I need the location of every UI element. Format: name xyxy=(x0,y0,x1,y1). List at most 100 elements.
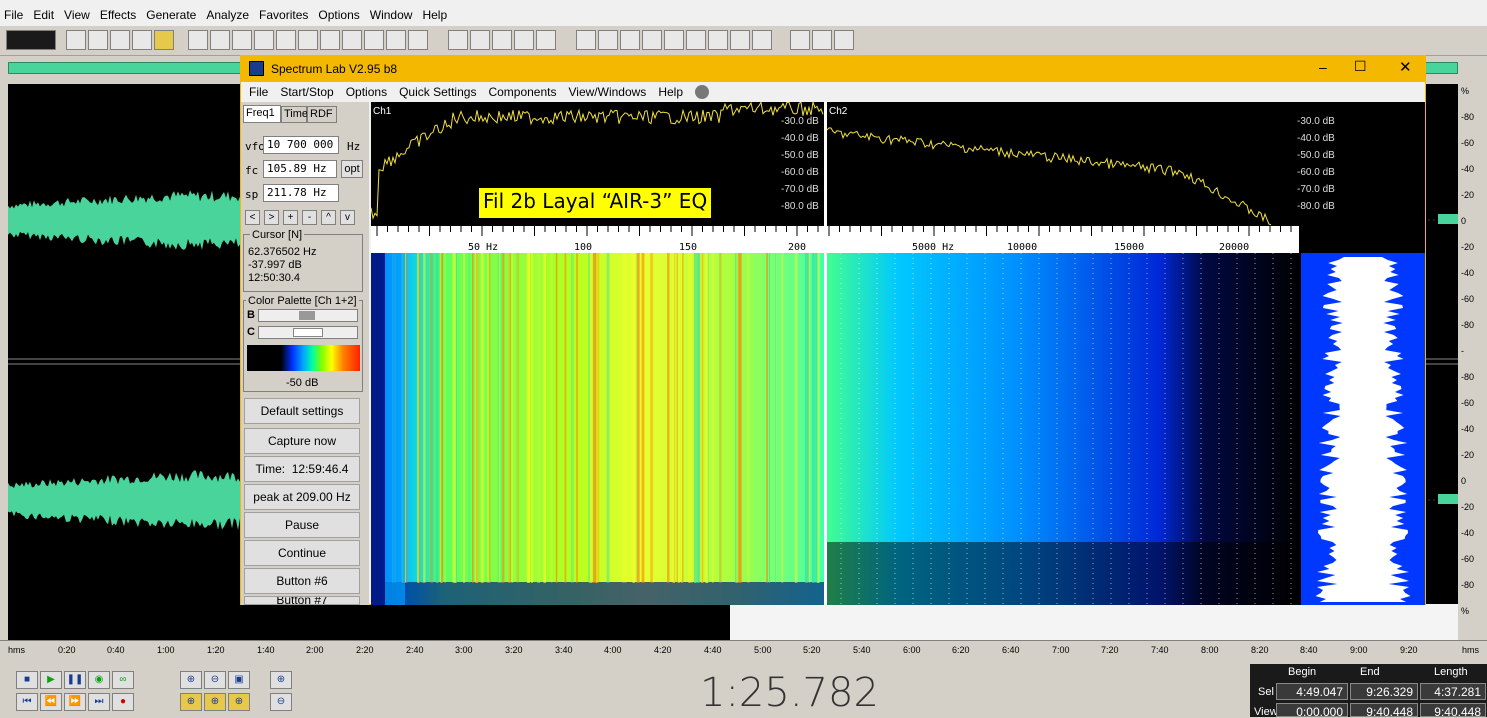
loop-icon[interactable]: ∞ xyxy=(112,671,134,689)
nav-left-button[interactable]: < xyxy=(245,210,260,225)
stop-icon[interactable]: ■ xyxy=(16,671,38,689)
pause-icon[interactable]: ❚❚ xyxy=(64,671,86,689)
zoom-left-icon[interactable]: ⊕ xyxy=(180,693,202,711)
window9-icon[interactable] xyxy=(752,30,772,50)
nav-minus-button[interactable]: - xyxy=(302,210,317,225)
menu-help[interactable]: Help xyxy=(422,8,447,22)
contrast-slider[interactable] xyxy=(258,326,358,339)
help-icon[interactable] xyxy=(834,30,854,50)
nav-plus-button[interactable]: + xyxy=(283,210,298,225)
view-end-field[interactable]: 9:40.448 xyxy=(1350,703,1418,717)
button-6[interactable]: Button #6 xyxy=(244,568,360,594)
sel-length-field[interactable]: 4:37.281 xyxy=(1420,683,1486,700)
menu-file[interactable]: File xyxy=(4,8,23,22)
opt-button[interactable]: opt xyxy=(341,160,363,178)
repeat-icon[interactable] xyxy=(232,30,252,50)
play-icon[interactable]: ▶ xyxy=(40,671,62,689)
window4-icon[interactable] xyxy=(642,30,662,50)
new-file-icon[interactable] xyxy=(66,30,86,50)
window5-icon[interactable] xyxy=(664,30,684,50)
zoom-full-icon[interactable]: ▣ xyxy=(228,671,250,689)
zoom-vertical-icon[interactable]: ⊕ xyxy=(270,671,292,689)
sl-menu-quick-settings[interactable]: Quick Settings xyxy=(399,85,476,99)
paste-mix-icon[interactable] xyxy=(342,30,362,50)
tab-time[interactable]: Time xyxy=(281,106,308,123)
time-ruler[interactable]: hms 0:20 0:40 1:00 1:20 1:40 2:00 2:20 2:40 3:00 3… xyxy=(0,640,1487,660)
menu-edit[interactable]: Edit xyxy=(33,8,54,22)
fc-input[interactable]: 105.89 Hz xyxy=(263,160,337,178)
sl-menu-help[interactable]: Help xyxy=(658,85,683,99)
contrast-slider-thumb[interactable] xyxy=(293,328,323,337)
silence-icon[interactable] xyxy=(386,30,406,50)
nav-up-button[interactable]: ^ xyxy=(321,210,336,225)
peak-button[interactable]: peak at 209.00 Hz xyxy=(244,484,360,510)
minimize-icon[interactable]: – xyxy=(1319,59,1327,75)
redo-icon[interactable] xyxy=(210,30,230,50)
brightness-slider-thumb[interactable] xyxy=(299,311,315,320)
trim-icon[interactable] xyxy=(364,30,384,50)
window8-icon[interactable] xyxy=(730,30,750,50)
zoom-vertical-out-icon[interactable]: ⊖ xyxy=(270,693,292,711)
settings-icon[interactable] xyxy=(812,30,832,50)
copy-icon[interactable] xyxy=(276,30,296,50)
pause-button[interactable]: Pause xyxy=(244,512,360,538)
menu-analyze[interactable]: Analyze xyxy=(206,8,249,22)
tab-rdf[interactable]: RDF xyxy=(307,106,337,123)
nav-down-button[interactable]: v xyxy=(340,210,355,225)
play-to-end-icon[interactable]: ◉ xyxy=(88,671,110,689)
open-file-icon[interactable] xyxy=(88,30,108,50)
rewind-icon[interactable]: ⏪ xyxy=(40,693,62,711)
zoom-in-icon[interactable]: ⊕ xyxy=(180,671,202,689)
menu-options[interactable]: Options xyxy=(318,8,359,22)
grid3-icon[interactable] xyxy=(536,30,556,50)
go-start-icon[interactable]: ⏮ xyxy=(16,693,38,711)
save-all-icon[interactable] xyxy=(154,30,174,50)
menu-favorites[interactable]: Favorites xyxy=(259,8,308,22)
frequency-icon[interactable] xyxy=(470,30,490,50)
maximize-icon[interactable]: ☐ xyxy=(1354,58,1367,75)
brightness-slider[interactable] xyxy=(258,309,358,322)
default-settings-button[interactable]: Default settings xyxy=(244,398,360,424)
view-length-field[interactable]: 9:40.448 xyxy=(1420,703,1486,717)
capture-now-button[interactable]: Capture now xyxy=(244,428,360,454)
sl-menu-options[interactable]: Options xyxy=(346,85,387,99)
view-begin-field[interactable]: 0:00.000 xyxy=(1276,703,1348,717)
sp-input[interactable]: 211.78 Hz xyxy=(263,184,339,202)
sl-menu-file[interactable]: File xyxy=(249,85,268,99)
spectrum-lab-titlebar[interactable]: Spectrum Lab V2.95 b8 – ☐ ✕ xyxy=(241,56,1425,82)
window2-icon[interactable] xyxy=(598,30,618,50)
save-icon[interactable] xyxy=(110,30,130,50)
spectrum-display[interactable]: Ch1 Ch2 -30.0 dB -40.0 dB -50.0 dB -60.0… xyxy=(371,102,1425,605)
vfo-input[interactable]: 10 700 000 xyxy=(263,136,339,154)
grid-icon[interactable] xyxy=(492,30,512,50)
tab-freq1[interactable]: Freq1 xyxy=(243,105,281,123)
record-icon[interactable]: ● xyxy=(112,693,134,711)
toolbar-mode-icon[interactable] xyxy=(6,30,56,50)
window1-icon[interactable] xyxy=(576,30,596,50)
menu-effects[interactable]: Effects xyxy=(100,8,136,22)
spectral-icon[interactable] xyxy=(448,30,468,50)
window3-icon[interactable] xyxy=(620,30,640,50)
menu-view[interactable]: View xyxy=(64,8,90,22)
script-icon[interactable] xyxy=(790,30,810,50)
sl-menu-view-windows[interactable]: View/Windows xyxy=(569,85,647,99)
zoom-out-icon[interactable]: ⊖ xyxy=(204,671,226,689)
sel-begin-field[interactable]: 4:49.047 xyxy=(1276,683,1348,700)
button-7[interactable]: Button #7 xyxy=(244,596,360,605)
menu-generate[interactable]: Generate xyxy=(146,8,196,22)
close-icon[interactable]: ✕ xyxy=(1399,58,1412,76)
menu-window[interactable]: Window xyxy=(370,8,413,22)
go-end-icon[interactable]: ⏭ xyxy=(88,693,110,711)
zoom-selection-icon[interactable]: ⊕ xyxy=(228,693,250,711)
cut-icon[interactable] xyxy=(298,30,318,50)
forward-icon[interactable]: ⏩ xyxy=(64,693,86,711)
window7-icon[interactable] xyxy=(708,30,728,50)
window6-icon[interactable] xyxy=(686,30,706,50)
sl-menu-startstop[interactable]: Start/Stop xyxy=(280,85,333,99)
zoom-right-icon[interactable]: ⊕ xyxy=(204,693,226,711)
tools-icon[interactable] xyxy=(408,30,428,50)
paste-icon[interactable] xyxy=(320,30,340,50)
undo-icon[interactable] xyxy=(188,30,208,50)
save-as-icon[interactable] xyxy=(132,30,152,50)
time-button[interactable]: Time: 12:59:46.4 xyxy=(244,456,360,482)
